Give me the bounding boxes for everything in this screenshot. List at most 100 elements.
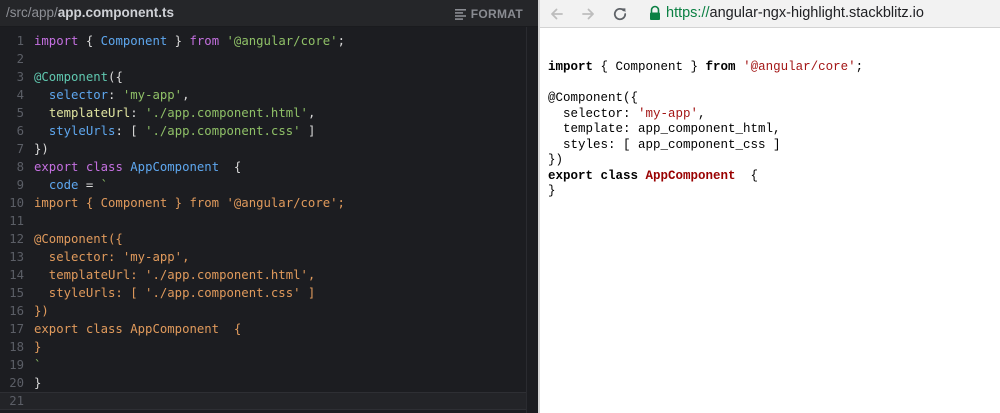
code-token: from [189, 34, 220, 48]
editor-header: /src/app/app.component.ts FORMAT [0, 0, 538, 27]
line-number: 12 [9, 232, 24, 246]
code-text: }) [34, 302, 49, 320]
browser-preview: https://angular-ngx-highlight.stackblitz… [540, 0, 1000, 413]
code-line[interactable]: 6 styleUrls: [ './app.component.css' ] [0, 122, 538, 140]
preview-line: } [548, 184, 863, 200]
preview-token: } [548, 184, 556, 198]
code-token: ] [300, 124, 316, 138]
address-bar[interactable]: https://angular-ngx-highlight.stackblitz… [666, 5, 924, 21]
code-token: styleUrls [48, 124, 116, 138]
preview-token [736, 60, 744, 74]
code-line[interactable]: 18} [0, 338, 538, 356]
code-line[interactable]: 5 templateUrl: './app.component.html', [0, 104, 538, 122]
code-line[interactable]: 12 @Component({ [0, 230, 538, 248]
code-token: }) [34, 304, 49, 318]
preview-token: AppComponent [645, 168, 736, 183]
line-number: 21 [9, 394, 24, 408]
line-number: 5 [16, 106, 24, 120]
code-token: { [78, 34, 101, 48]
code-token: templateUrl [48, 106, 131, 120]
back-arrow-icon [551, 8, 563, 20]
code-token: : [108, 88, 123, 102]
format-button[interactable]: FORMAT [454, 6, 523, 22]
code-text: styleUrls: [ './app.component.css' ] [34, 284, 316, 302]
line-number: 4 [16, 88, 24, 102]
code-token: = [78, 178, 101, 192]
code-token: export class AppComponent { [34, 322, 242, 336]
line-number: 15 [9, 286, 24, 300]
code-line[interactable]: 8 export class AppComponent { [0, 158, 538, 176]
code-token: , [307, 106, 316, 120]
code-line[interactable]: 16}) [0, 302, 538, 320]
code-line[interactable]: 17 export class AppComponent { [0, 320, 538, 338]
preview-line: styles: [ app_component_css ] [548, 138, 863, 154]
code-text: @Component({ [34, 230, 123, 248]
back-button[interactable] [547, 4, 567, 24]
code-token: templateUrl: './app.component.html', [34, 268, 316, 282]
code-token: code [48, 178, 79, 192]
preview-token: import [548, 60, 594, 74]
code-line[interactable]: 14 templateUrl: './app.component.html', [0, 266, 538, 284]
code-line[interactable]: 9 code = ` [0, 176, 538, 194]
code-token: } [34, 376, 42, 390]
line-number: 13 [9, 250, 24, 264]
forward-button[interactable] [578, 4, 598, 24]
file-path: /src/app/app.component.ts [6, 5, 174, 20]
code-line[interactable]: 11 [0, 212, 538, 230]
code-line[interactable]: 13 selector: 'my-app', [0, 248, 538, 266]
code-area[interactable]: 1 import { Component } from '@angular/cor… [0, 32, 538, 410]
code-editor[interactable]: /src/app/app.component.ts FORMAT 1 import… [0, 0, 538, 413]
code-token: ({ [108, 70, 123, 84]
code-line[interactable]: 21 [0, 392, 538, 410]
code-line[interactable]: 15 styleUrls: [ './app.component.css' ] [0, 284, 538, 302]
preview-token: { Component } [593, 60, 706, 74]
code-token: @Component [34, 70, 109, 84]
code-token: selector: 'my-app', [34, 250, 190, 264]
code-token: selector [48, 88, 109, 102]
code-line[interactable]: 20} [0, 374, 538, 392]
editor-scrollbar[interactable] [526, 27, 538, 413]
code-text: import { Component } from '@angular/core… [34, 32, 345, 50]
preview-line: @Component({ [548, 91, 863, 107]
preview-token: }) [548, 153, 564, 167]
preview-token: selector: [548, 106, 639, 121]
code-line[interactable]: 7}) [0, 140, 538, 158]
preview-line [548, 76, 863, 92]
code-text: code = ` [34, 176, 108, 194]
code-text: templateUrl: './app.component.html', [34, 104, 316, 122]
line-number: 19 [9, 358, 24, 372]
line-number: 6 [16, 124, 24, 138]
preview-token: export class [548, 168, 639, 183]
code-line[interactable]: 10 import { Component } from '@angular/co… [0, 194, 538, 212]
code-token: import [34, 34, 79, 48]
line-number: 20 [9, 376, 24, 390]
code-token: }) [34, 142, 49, 156]
code-text: selector: 'my-app', [34, 248, 190, 266]
code-line[interactable]: 19 ` [0, 356, 538, 374]
line-number: 2 [16, 52, 24, 66]
code-token: import { Component } from '@angular/core… [34, 196, 345, 210]
code-token: '@angular/core' [226, 34, 338, 48]
preview-token: @Component({ [548, 91, 639, 105]
code-text: styleUrls: [ './app.component.css' ] [34, 122, 316, 140]
line-number: 17 [9, 322, 24, 336]
file-name: app.component.ts [57, 5, 175, 20]
code-token: } [34, 340, 42, 354]
url-scheme: https:// [666, 5, 710, 21]
line-number: 16 [9, 304, 24, 318]
reload-button[interactable] [610, 4, 630, 24]
code-text: import { Component } from '@angular/core… [34, 194, 345, 212]
code-token: AppComponent [130, 160, 220, 174]
format-icon [454, 8, 466, 20]
code-token: './app.component.css' [145, 124, 301, 138]
preview-line: import { Component } from '@angular/core… [548, 60, 863, 76]
line-number: 1 [16, 34, 24, 48]
code-line[interactable]: 3 @Component({ [0, 68, 538, 86]
code-text: selector: 'my-app', [34, 86, 190, 104]
code-line[interactable]: 2 [0, 50, 538, 68]
code-line[interactable]: 4 selector: 'my-app', [0, 86, 538, 104]
code-line[interactable]: 1 import { Component } from '@angular/cor… [0, 32, 538, 50]
code-token: './app.component.html' [145, 106, 308, 120]
